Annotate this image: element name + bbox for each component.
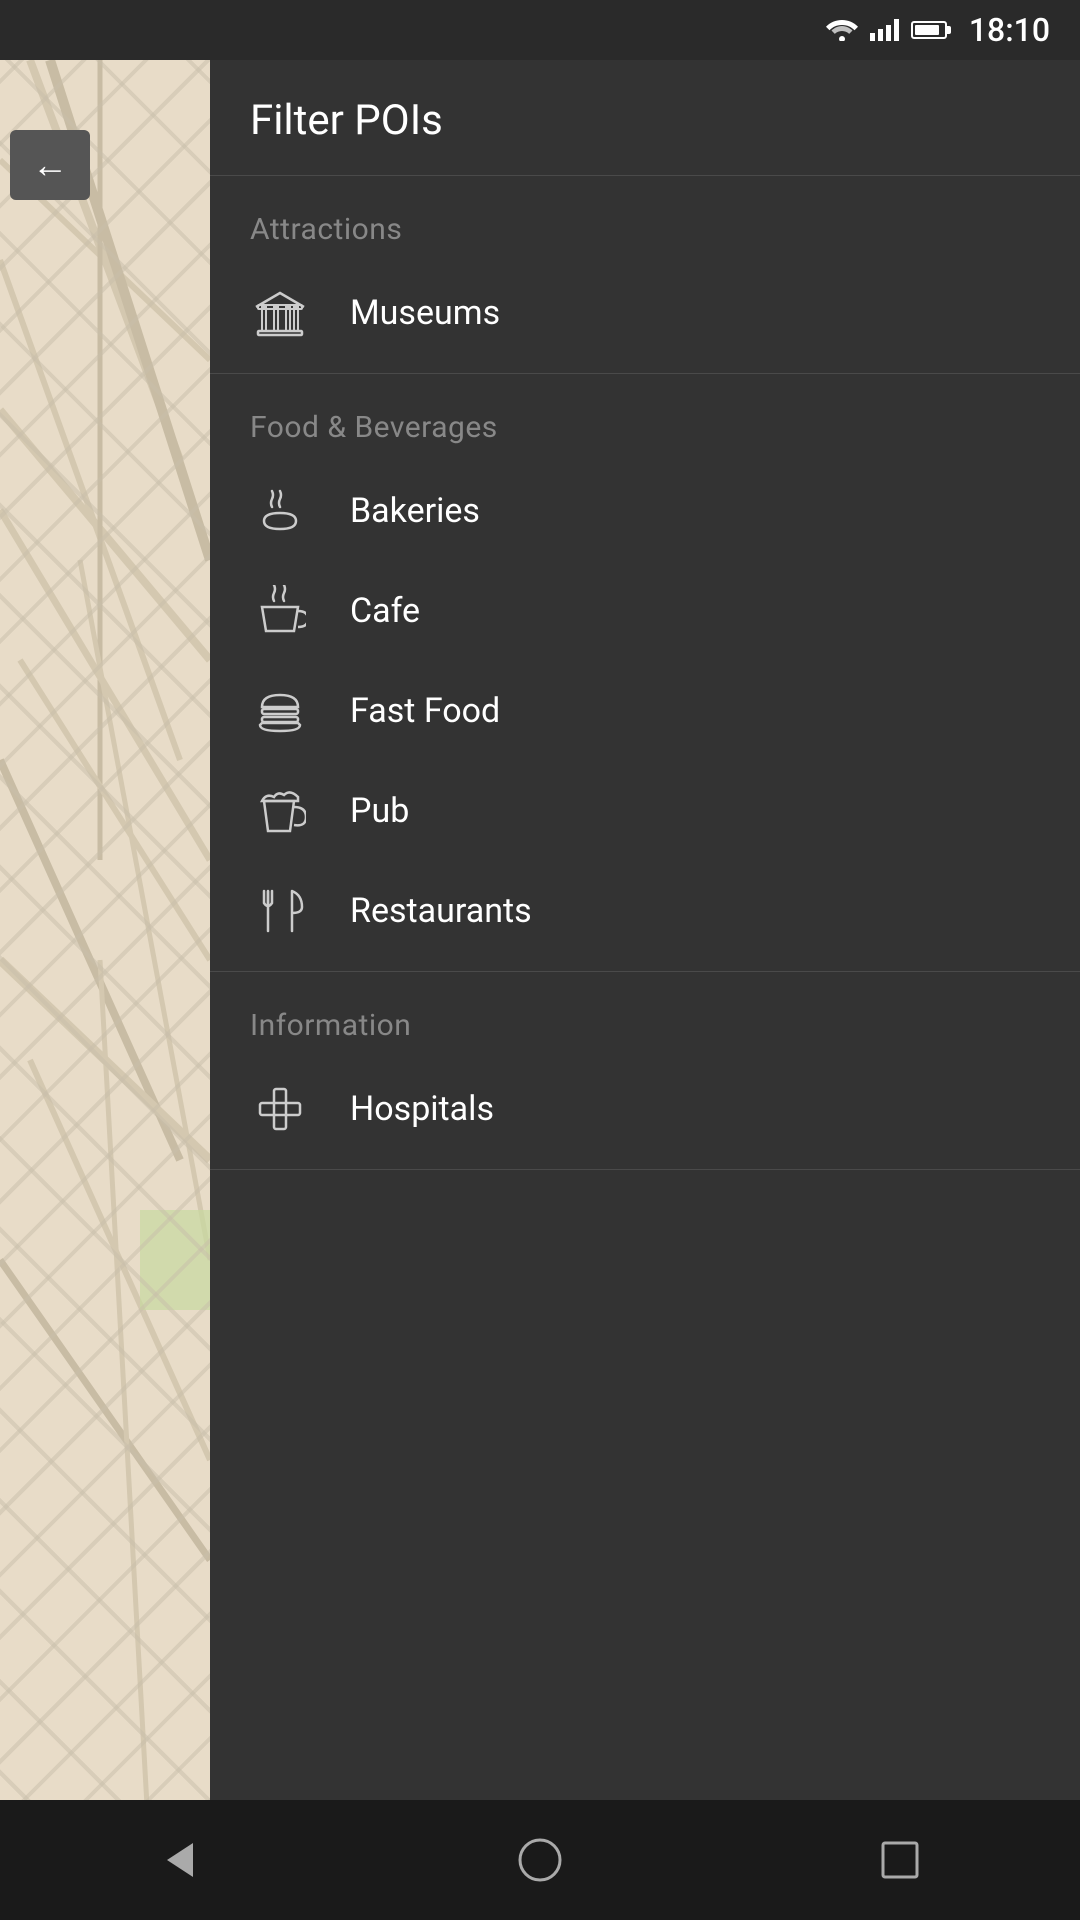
panel-header: Filter POIs (210, 60, 1080, 176)
restaurants-label: Restaurants (350, 891, 532, 931)
bakery-icon (250, 485, 310, 537)
status-bar: 18:10 (0, 0, 1080, 60)
nav-back-button[interactable] (140, 1820, 220, 1900)
hospitals-label: Hospitals (350, 1089, 494, 1129)
signal-icon (870, 19, 899, 41)
nav-home-icon (515, 1835, 565, 1885)
section-information: Information Hospitals (210, 972, 1080, 1170)
section-food-beverages: Food & Beverages Bakeries (210, 374, 1080, 972)
map-streets (0, 60, 210, 1860)
section-attractions: Attractions Museums (210, 176, 1080, 374)
menu-item-hospitals[interactable]: Hospitals (210, 1059, 1080, 1159)
nav-back-icon (155, 1835, 205, 1885)
menu-item-bakeries[interactable]: Bakeries (210, 461, 1080, 561)
pub-icon (250, 785, 310, 837)
menu-item-pub[interactable]: Pub (210, 761, 1080, 861)
panel-title: Filter POIs (250, 96, 1040, 145)
battery-icon (911, 21, 947, 39)
bakeries-label: Bakeries (350, 491, 480, 531)
cafe-icon (250, 585, 310, 637)
museums-label: Museums (350, 293, 500, 333)
map-background (0, 60, 210, 1860)
back-button[interactable]: ← (10, 130, 90, 200)
nav-recent-icon (875, 1835, 925, 1885)
bottom-nav (0, 1800, 1080, 1920)
back-arrow-icon: ← (32, 147, 68, 183)
section-label-food: Food & Beverages (210, 374, 1080, 461)
menu-item-museums[interactable]: Museums (210, 263, 1080, 363)
map-panel: ← (0, 60, 210, 1860)
hospital-icon (250, 1083, 310, 1135)
menu-item-cafe[interactable]: Cafe (210, 561, 1080, 661)
filter-panel: Filter POIs Attractions Museums (210, 60, 1080, 1860)
nav-recent-button[interactable] (860, 1820, 940, 1900)
fastfood-icon (250, 685, 310, 737)
pub-label: Pub (350, 791, 409, 831)
cafe-label: Cafe (350, 591, 420, 631)
nav-home-button[interactable] (500, 1820, 580, 1900)
menu-item-fast-food[interactable]: Fast Food (210, 661, 1080, 761)
status-time: 18:10 (969, 11, 1050, 49)
section-label-information: Information (210, 972, 1080, 1059)
restaurant-icon (250, 885, 310, 937)
status-icons: 18:10 (826, 11, 1050, 49)
wifi-icon (826, 19, 858, 41)
section-label-attractions: Attractions (210, 176, 1080, 263)
menu-item-restaurants[interactable]: Restaurants (210, 861, 1080, 961)
fast-food-label: Fast Food (350, 691, 500, 731)
museum-icon (250, 287, 310, 339)
